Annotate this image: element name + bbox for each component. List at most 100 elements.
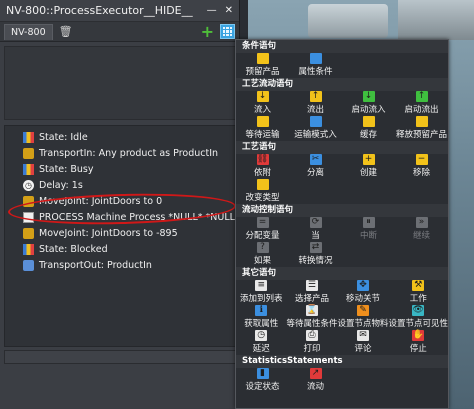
menu-item-comment[interactable]: ✉ 评论 [337,330,388,355]
menu-item-label: 启动流出 [404,105,439,115]
process-executor-window: NV-800::ProcessExecutor__HIDE__ — ✕ NV-8… [0,0,240,409]
menu-item-start-flow-out[interactable]: ↑ 启动流出 [395,91,448,116]
menu-item-if[interactable]: ? 如果 [236,242,289,267]
menu-item-switch-case[interactable]: ⇄ 转换情况 [289,242,342,267]
menu-item-assign-variable[interactable]: = 分配变量 [236,217,289,242]
menu-item-flow[interactable]: ↗ 流动 [289,368,342,393]
execution-row[interactable]: ◷ Delay: 1s [5,177,235,193]
start-flow-out-icon: ↑ [415,91,428,102]
print-icon: ⎙ [305,330,318,341]
menu-item-label: 延迟 [252,344,270,354]
execution-row[interactable]: State: Idle [5,129,235,145]
menu-item-label: 运输模式入 [294,130,337,140]
menu-item-release-reserved[interactable]: 释放预留产品 [395,116,448,141]
work-icon: ⚒ [412,280,425,291]
menu-section-items: 预留产品 属性条件 [236,53,448,78]
menu-item-transport-mode-in[interactable]: 运输模式入 [289,116,342,141]
menu-item-label: 等待属性条件 [286,319,338,329]
menu-item-break: ⏸ 中断 [342,217,395,242]
menu-item-buffer[interactable]: 缓存 [342,116,395,141]
menu-item-label: 设定状态 [245,382,280,392]
execution-row[interactable]: MoveJoint: JointDoors to 0 [5,193,235,209]
menu-item-set-state[interactable]: ▮ 设定状态 [236,368,289,393]
remove-icon: − [415,154,428,165]
menu-item-move-joint[interactable]: ✥ 移动关节 [337,280,388,305]
window-title: NV-800::ProcessExecutor__HIDE__ [6,4,193,17]
add-to-list-icon: ≡ [255,280,268,291]
menu-item-label: 流出 [306,105,324,115]
menu-item-label: 添加到列表 [239,294,283,304]
menu-item-label: 分离 [306,168,324,178]
move-joint-icon [23,195,34,207]
while-icon: ⟳ [309,217,322,228]
close-icon[interactable]: ✕ [225,5,233,16]
property-condition-icon [309,53,322,64]
menu-item-label: 缓存 [359,130,377,140]
menu-section-title: 工艺语句 [236,141,448,154]
execution-row[interactable]: PROCESS Machine Process *NULL* *NULL* [5,209,235,225]
execution-row-text: State: Idle [39,131,88,143]
trash-icon[interactable]: 🗑 [59,25,73,38]
execution-row-text: State: Busy [39,163,94,175]
menu-item-label: 如果 [253,256,271,266]
menu-item-label: 选择产品 [294,294,329,304]
menu-section-items: ⛓ 依附 ✂ 分离 + 创建 − 移除改变类型 [236,154,448,204]
execution-row-text: MoveJoint: JointDoors to 0 [39,195,163,207]
menu-item-change-type[interactable]: 改变类型 [236,179,289,204]
menu-section-title: 工艺流动语句 [236,78,448,91]
execution-row-text: TransportIn: Any product as ProductIn [39,147,219,159]
execution-row[interactable]: TransportOut: ProductIn [5,257,235,273]
window-titlebar[interactable]: NV-800::ProcessExecutor__HIDE__ — ✕ [0,0,239,22]
set-state-icon: ▮ [256,368,269,379]
menu-item-work[interactable]: ⚒ 工作 [388,280,448,305]
executor-toolbar: NV-800 🗑 + [0,22,239,42]
window-controls: — ✕ [207,5,233,16]
menu-item-flow-out[interactable]: ↑ 流出 [289,91,342,116]
process-icon [23,211,34,223]
execution-row[interactable]: State: Busy [5,161,235,177]
transport-mode-in-icon [309,116,322,127]
menu-item-label: 创建 [359,168,377,178]
menu-item-label: 获取属性 [244,319,279,329]
menu-item-attach[interactable]: ⛓ 依附 [236,154,289,179]
grid-icon[interactable] [220,24,235,39]
reserve-product-icon [256,53,269,64]
execution-row[interactable]: State: Blocked [5,241,235,257]
menu-item-stop[interactable]: ✋ 停止 [388,330,448,355]
menu-item-label: 流动 [306,382,324,392]
menu-item-detach[interactable]: ✂ 分离 [289,154,342,179]
menu-item-delay[interactable]: ◷ 延迟 [236,330,286,355]
execution-row[interactable]: TransportIn: Any product as ProductIn [5,145,235,161]
menu-item-set-node-material[interactable]: ✎ 设置节点物料 [337,305,388,330]
flow-icon: ↗ [309,368,322,379]
menu-item-property-condition[interactable]: 属性条件 [289,53,342,78]
menu-item-set-node-visibility[interactable]: 👁 设置节点可见性 [388,305,448,330]
minimize-icon[interactable]: — [207,5,217,16]
menu-item-flow-in[interactable]: ↓ 流入 [236,91,289,116]
statement-menu: 条件语句 预留产品 属性条件 工艺流动语句 ↓ 流入 ↑ 流出 ↓ 启动流入 ↑ 启动流出 等待运输 运输… [235,39,449,409]
menu-item-create[interactable]: + 创建 [342,154,395,179]
menu-section-title: 流动控制语句 [236,204,448,217]
menu-item-wait-property[interactable]: ⌛ 等待属性条件 [286,305,337,330]
menu-item-wait-transport[interactable]: 等待运输 [236,116,289,141]
menu-item-continue: » 继续 [395,217,448,242]
menu-item-start-flow-in[interactable]: ↓ 启动流入 [342,91,395,116]
menu-item-remove[interactable]: − 移除 [395,154,448,179]
start-flow-in-icon: ↓ [362,91,375,102]
if-icon: ? [256,242,269,253]
menu-item-label: 打印 [303,344,321,354]
menu-item-add-to-list[interactable]: ≡ 添加到列表 [236,280,286,305]
tab-nv800[interactable]: NV-800 [4,23,53,40]
execution-row[interactable]: MoveJoint: JointDoors to -895 [5,225,235,241]
plus-icon[interactable]: + [201,23,214,40]
menu-item-get-property[interactable]: ℹ 获取属性 [236,305,286,330]
menu-item-select-product[interactable]: ☰ 选择产品 [286,280,337,305]
bottom-scrollbar[interactable] [4,350,236,364]
wait-transport-icon [256,116,269,127]
set-node-material-icon: ✎ [356,305,369,316]
menu-item-print[interactable]: ⎙ 打印 [286,330,337,355]
menu-item-label: 中断 [359,231,377,241]
menu-item-reserve-product[interactable]: 预留产品 [236,53,289,78]
menu-item-while[interactable]: ⟳ 当 [289,217,342,242]
move-joint-icon: ✥ [356,280,369,291]
